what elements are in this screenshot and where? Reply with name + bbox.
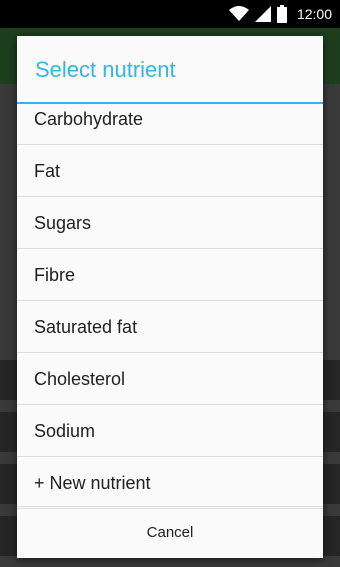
nutrient-item-fibre[interactable]: Fibre — [17, 249, 323, 301]
nutrient-item-fat[interactable]: Fat — [17, 145, 323, 197]
status-bar: 12:00 — [0, 0, 340, 28]
nutrient-item-sodium[interactable]: Sodium — [17, 405, 323, 457]
nutrient-item-carbohydrate[interactable]: Carbohydrate — [17, 104, 323, 145]
wifi-icon — [228, 6, 249, 21]
status-time: 12:00 — [296, 6, 332, 22]
nutrient-item-cholesterol[interactable]: Cholesterol — [17, 353, 323, 405]
dialog-title: Select nutrient — [17, 36, 323, 104]
new-nutrient-button[interactable]: + New nutrient — [17, 457, 323, 509]
nutrient-list[interactable]: Carbohydrate Fat Sugars Fibre Saturated … — [17, 104, 323, 509]
signal-icon — [254, 6, 271, 22]
status-icons: 12:00 — [228, 4, 332, 24]
nutrient-item-sugars[interactable]: Sugars — [17, 197, 323, 249]
nutrient-item-saturated-fat[interactable]: Saturated fat — [17, 301, 323, 353]
select-nutrient-dialog: Select nutrient Carbohydrate Fat Sugars … — [17, 36, 323, 558]
cancel-button[interactable]: Cancel — [17, 506, 323, 558]
battery-icon — [276, 5, 287, 23]
